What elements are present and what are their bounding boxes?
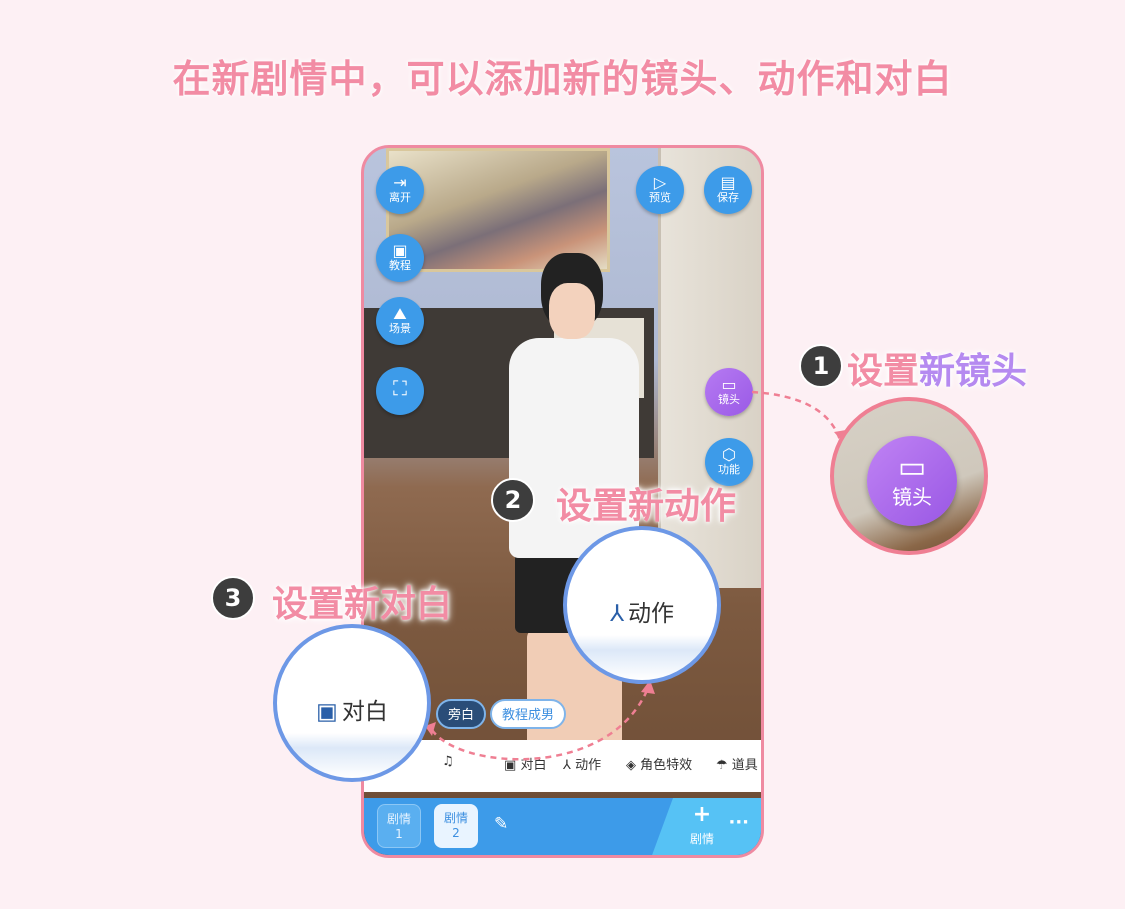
step-1-badge: 1 <box>799 344 843 388</box>
zoom-action-callout: ⅄ 动作 <box>563 526 721 684</box>
dialogue-icon: ▣ <box>316 699 338 725</box>
camera-icon: ▭ <box>897 450 927 485</box>
zoom-dialogue-callout: ▣ 对白 <box>273 624 431 782</box>
step-1-label: 设置新镜头 <box>847 351 1028 392</box>
step-2-label: 设置新动作 <box>556 486 737 527</box>
action-icon: ⅄ <box>609 601 625 627</box>
step-3-label: 设置新对白 <box>272 584 453 625</box>
zoom-camera-callout: ▭ 镜头 <box>830 397 988 555</box>
step-2-badge: 2 <box>491 478 535 522</box>
step-3-badge: 3 <box>211 576 255 620</box>
